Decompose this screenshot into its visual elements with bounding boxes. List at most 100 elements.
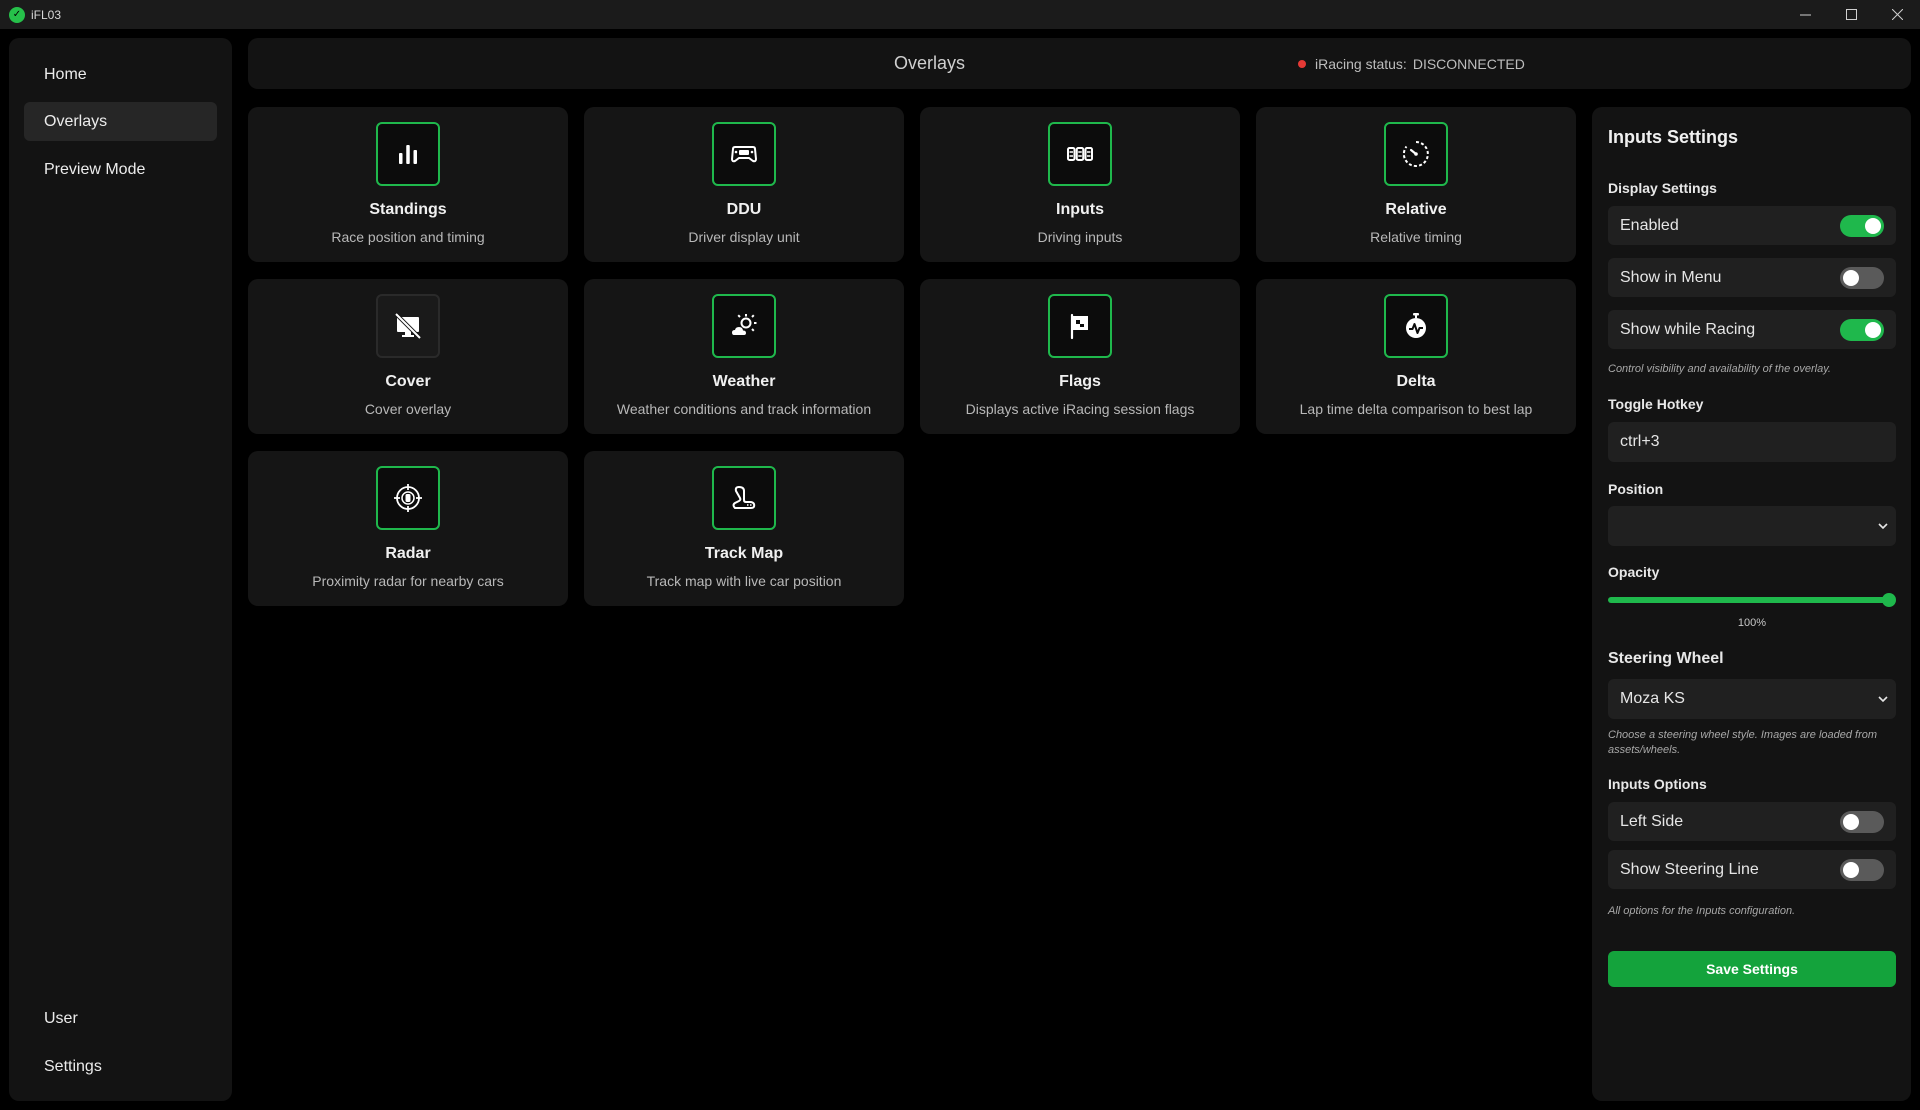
chevron-down-icon (1878, 696, 1888, 703)
card-description: Weather conditions and track information (616, 401, 872, 417)
opacity-slider-thumb[interactable] (1882, 593, 1896, 607)
card-title: Relative (1385, 201, 1447, 218)
steering-wheel-label: Steering Wheel (1608, 650, 1724, 667)
toggle-row-show-in-menu: Show in Menu (1608, 258, 1896, 297)
overlay-card-delta[interactable]: Delta Lap time delta comparison to best … (1256, 279, 1576, 434)
position-select[interactable] (1608, 506, 1896, 546)
show-in-menu-toggle[interactable] (1840, 267, 1884, 289)
card-description: Cover overlay (364, 401, 452, 417)
overlay-card-inputs[interactable]: Inputs Driving inputs (920, 107, 1240, 262)
toggle-knob (1843, 814, 1859, 830)
sidebar-item-overlays[interactable]: Overlays (24, 102, 217, 141)
overlay-card-track-map[interactable]: Track Map Track map with live car positi… (584, 451, 904, 606)
iracing-status: iRacing status: DISCONNECTED (1298, 38, 1525, 89)
toggle-knob (1865, 322, 1881, 338)
overlay-card-flags[interactable]: Flags Displays active iRacing session fl… (920, 279, 1240, 434)
status-label: iRacing status: (1315, 55, 1407, 72)
show-while-racing-toggle[interactable] (1840, 319, 1884, 341)
hotkey-input[interactable]: ctrl+3 (1608, 422, 1896, 462)
steering-wheel-value: Moza KS (1620, 690, 1685, 707)
card-title: Delta (1396, 373, 1436, 390)
steering-wheel-hint: Choose a steering wheel style. Images ar… (1608, 729, 1878, 756)
page-header: Overlays iRacing status: DISCONNECTED (248, 38, 1911, 89)
overlay-card-standings[interactable]: Standings Race position and timing (248, 107, 568, 262)
card-title: Radar (385, 545, 431, 562)
overlay-card-weather[interactable]: Weather Weather conditions and track inf… (584, 279, 904, 434)
sidebar-item-user[interactable]: User (24, 999, 217, 1038)
position-label: Position (1608, 481, 1664, 497)
toggle-label: Show while Racing (1620, 320, 1756, 338)
card-description: Displays active iRacing session flags (965, 401, 1195, 417)
card-description: Proximity radar for nearby cars (312, 573, 504, 589)
card-title: Standings (369, 201, 447, 218)
status-dot-icon (1298, 59, 1306, 68)
overlay-card-relative[interactable]: Relative Relative timing (1256, 107, 1576, 262)
gamepad-icon (712, 122, 776, 186)
page-title: Overlays (893, 53, 965, 73)
enabled-toggle[interactable] (1840, 215, 1884, 237)
toggle-row-show-steering-line: Show Steering Line (1608, 850, 1896, 889)
toggle-knob (1843, 270, 1859, 286)
steering-wheel-select[interactable]: Moza KS (1608, 679, 1896, 719)
sidebar: Home Overlays Preview Mode User Settings (9, 38, 232, 1101)
settings-title: Inputs Settings (1608, 127, 1738, 147)
toggle-row-show-while-racing: Show while Racing (1608, 310, 1896, 349)
save-settings-button[interactable]: Save Settings (1608, 951, 1896, 987)
flag-icon (1048, 294, 1112, 358)
stopwatch-icon (1384, 294, 1448, 358)
card-description: Lap time delta comparison to best lap (1299, 401, 1533, 417)
card-description: Driver display unit (688, 229, 800, 245)
chevron-down-icon (1878, 523, 1888, 530)
opacity-slider[interactable] (1608, 597, 1888, 603)
toggle-knob (1843, 862, 1859, 878)
inputs-hint: All options for the Inputs configuration… (1608, 905, 1796, 917)
pedals-icon (1048, 122, 1112, 186)
card-title: Cover (385, 373, 431, 390)
toggle-label: Show Steering Line (1620, 860, 1759, 878)
radar-icon (376, 466, 440, 530)
opacity-value: 100% (1737, 617, 1767, 629)
toggle-row-left-side: Left Side (1608, 802, 1896, 841)
window-controls (1782, 0, 1920, 29)
minimize-button[interactable] (1782, 0, 1828, 29)
timer-icon (1384, 122, 1448, 186)
toggle-label: Left Side (1620, 812, 1684, 830)
card-title: DDU (726, 201, 762, 218)
sidebar-item-preview-mode[interactable]: Preview Mode (24, 150, 217, 189)
minimize-icon (1799, 14, 1811, 16)
inputs-options-label: Inputs Options (1608, 776, 1707, 792)
close-button[interactable] (1874, 0, 1920, 29)
opacity-label: Opacity (1608, 564, 1660, 580)
weather-icon (712, 294, 776, 358)
app-logo-icon: ✓ (9, 6, 25, 23)
toggle-knob (1865, 218, 1881, 234)
track-map-icon (712, 466, 776, 530)
left-side-toggle[interactable] (1840, 811, 1884, 833)
show-steering-line-toggle[interactable] (1840, 859, 1884, 881)
toggle-label: Show in Menu (1620, 268, 1722, 286)
display-settings-label: Display Settings (1608, 180, 1717, 196)
maximize-button[interactable] (1828, 0, 1874, 29)
settings-panel: Inputs Settings Display Settings Enabled… (1592, 107, 1911, 1101)
overlay-card-ddu[interactable]: DDU Driver display unit (584, 107, 904, 262)
toggle-row-enabled: Enabled (1608, 206, 1896, 245)
sidebar-item-settings[interactable]: Settings (24, 1047, 217, 1086)
overlay-card-radar[interactable]: Radar Proximity radar for nearby cars (248, 451, 568, 606)
close-icon (1891, 9, 1903, 20)
bar-chart-icon (376, 122, 440, 186)
monitor-off-icon (376, 294, 440, 358)
card-description: Track map with live car position (646, 573, 842, 589)
card-description: Relative timing (1370, 229, 1462, 245)
card-description: Driving inputs (1037, 229, 1123, 245)
hotkey-label: Toggle Hotkey (1608, 396, 1704, 412)
status-value: DISCONNECTED (1412, 55, 1525, 72)
card-title: Inputs (1056, 201, 1104, 218)
window-title: iFL03 (31, 7, 62, 22)
maximize-icon (1845, 9, 1857, 20)
sidebar-item-home[interactable]: Home (24, 55, 217, 94)
card-title: Track Map (704, 545, 784, 562)
card-title: Weather (712, 373, 776, 390)
overlay-card-cover[interactable]: Cover Cover overlay (248, 279, 568, 434)
display-hint: Control visibility and availability of t… (1608, 363, 1831, 375)
card-title: Flags (1059, 373, 1101, 390)
